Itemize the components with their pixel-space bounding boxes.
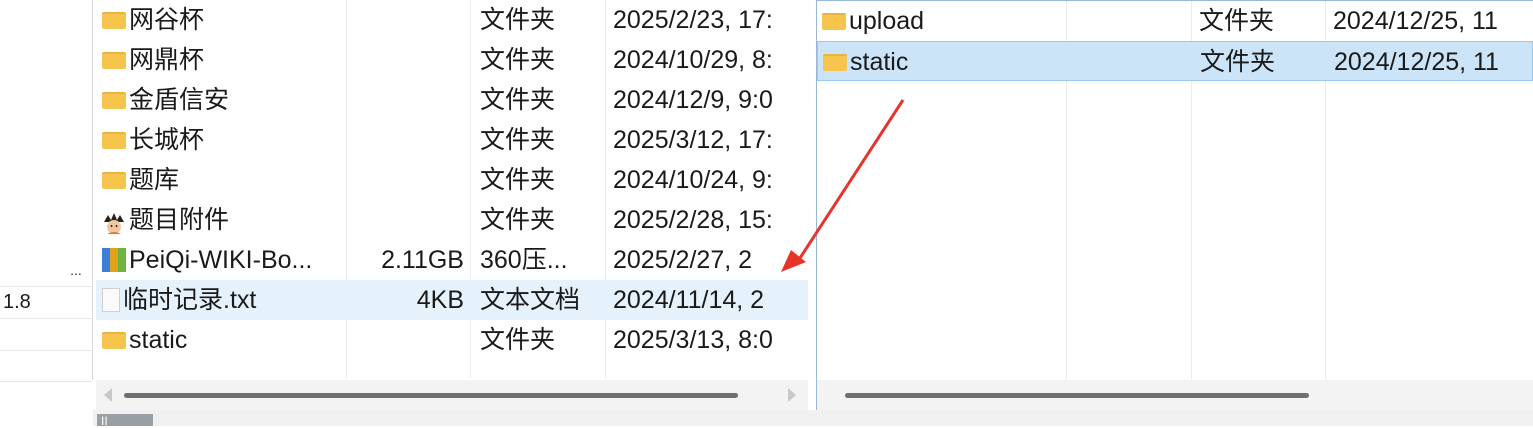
horizontal-scrollbar[interactable]	[817, 380, 1533, 410]
folder-icon	[102, 331, 126, 349]
avatar-icon	[102, 208, 126, 234]
file-row[interactable]: upload 文件夹 2024/12/25, 11	[817, 1, 1533, 41]
property-value: 1.8	[3, 291, 31, 313]
file-modified: 2024/12/25, 11	[1334, 48, 1499, 76]
file-modified: 2024/12/9, 9:0	[613, 86, 773, 114]
status-chip: II	[97, 414, 153, 428]
property-value	[0, 259, 3, 281]
file-row[interactable]: 长城杯 文件夹 2025/3/12, 17:	[96, 120, 808, 160]
file-modified: 2024/10/29, 8:	[613, 46, 773, 74]
file-size	[348, 120, 464, 160]
file-modified: 2025/2/23, 17:	[613, 6, 773, 34]
file-name: 网谷杯	[129, 6, 205, 34]
property-row	[0, 350, 92, 382]
file-modified: 2024/12/25, 11	[1333, 7, 1498, 35]
file-name: static	[850, 48, 909, 76]
file-type: 360压...	[480, 246, 568, 274]
file-size	[348, 320, 464, 360]
horizontal-scrollbar[interactable]	[96, 380, 808, 410]
file-size: 4KB	[416, 286, 464, 314]
file-name-cell: 临时记录.txt	[102, 280, 346, 320]
file-row[interactable]: static 文件夹 2024/12/25, 11	[817, 41, 1533, 81]
folder-icon	[102, 51, 126, 69]
file-size	[348, 0, 464, 40]
property-row[interactable]: 1.8	[0, 287, 92, 319]
file-modified: 2024/11/14, 2	[613, 286, 765, 314]
file-name-cell: PeiQi-WIKI-Bo...	[102, 240, 346, 280]
local-file-list[interactable]: 网谷杯 文件夹 2025/2/23, 17: 网鼎杯 文件夹 2024/10/29, 8:…	[96, 0, 808, 410]
folder-icon	[102, 131, 126, 149]
file-name-cell: upload	[822, 1, 1066, 41]
folder-icon	[822, 12, 846, 30]
file-type: 文件夹	[480, 86, 556, 114]
remote-file-list[interactable]: upload 文件夹 2024/12/25, 11 static 文件夹 2024/12/…	[816, 0, 1533, 410]
file-size	[348, 200, 464, 240]
file-type: 文件夹	[480, 166, 556, 194]
file-name-cell: static	[102, 320, 346, 360]
file-size	[348, 160, 464, 200]
file-modified: 2025/3/13, 8:0	[613, 326, 773, 354]
file-row[interactable]: 网鼎杯 文件夹 2024/10/29, 8:	[96, 40, 808, 80]
file-row[interactable]: 题库 文件夹 2024/10/24, 9:	[96, 160, 808, 200]
file-name-cell: 长城杯	[102, 120, 346, 160]
file-modified: 2024/10/24, 9:	[613, 166, 773, 194]
file-size	[348, 80, 464, 120]
file-modified: 2025/2/27, 2	[613, 246, 753, 274]
file-name: static	[129, 326, 188, 354]
file-size: 2.11GB	[381, 246, 464, 274]
file-type: 文件夹	[480, 46, 556, 74]
file-name-cell: 金盾信安	[102, 80, 346, 120]
file-name-cell: static	[823, 42, 1067, 82]
file-type: 文件夹	[1200, 48, 1276, 76]
file-name-cell: 网鼎杯	[102, 40, 346, 80]
file-type: 文本文档	[480, 286, 581, 314]
file-modified: 2025/2/28, 15:	[613, 206, 773, 234]
file-modified: 2025/3/12, 17:	[613, 126, 773, 154]
file-name: 金盾信安	[129, 86, 230, 114]
folder-icon	[102, 11, 126, 29]
file-name: 长城杯	[129, 126, 205, 154]
file-name: upload	[849, 7, 925, 35]
file-name: 临时记录.txt	[123, 286, 257, 314]
scrollbar-thumb[interactable]	[124, 393, 738, 398]
file-type: 文件夹	[1199, 7, 1275, 35]
file-row[interactable]: 金盾信安 文件夹 2024/12/9, 9:0	[96, 80, 808, 120]
file-type: 文件夹	[480, 206, 556, 234]
file-name: 题目附件	[129, 206, 230, 234]
file-type: 文件夹	[480, 126, 556, 154]
property-row[interactable]: ...	[0, 255, 92, 287]
file-type: 文件夹	[480, 6, 556, 34]
txt-file-icon	[102, 288, 120, 312]
property-row	[0, 319, 92, 351]
file-name: 题库	[129, 166, 180, 194]
file-row[interactable]: static 文件夹 2025/3/13, 8:0	[96, 320, 808, 360]
file-name: 网鼎杯	[129, 46, 205, 74]
left-strip-divider	[92, 0, 93, 380]
file-name-cell: 题库	[102, 160, 346, 200]
file-size	[348, 40, 464, 80]
folder-icon	[823, 53, 847, 71]
status-bar: II	[93, 410, 1533, 428]
file-row[interactable]: 题目附件 文件夹 2025/2/28, 15:	[96, 200, 808, 240]
file-type: 文件夹	[480, 326, 556, 354]
scrollbar-thumb[interactable]	[845, 393, 1309, 398]
folder-icon	[102, 91, 126, 109]
ellipsis-button[interactable]: ...	[64, 255, 88, 286]
file-row[interactable]: 临时记录.txt 4KB 文本文档 2024/11/14, 2	[96, 280, 808, 320]
file-row[interactable]: 网谷杯 文件夹 2025/2/23, 17:	[96, 0, 808, 40]
file-name: PeiQi-WIKI-Bo...	[129, 246, 313, 274]
scroll-right-arrow[interactable]	[788, 388, 796, 402]
file-row[interactable]: PeiQi-WIKI-Bo... 2.11GB 360压... 2025/2/27, …	[96, 240, 808, 280]
left-properties-strip: ... 1.8	[0, 0, 93, 426]
archive-icon	[102, 248, 126, 272]
folder-icon	[102, 171, 126, 189]
file-name-cell: 网谷杯	[102, 0, 346, 40]
scroll-left-arrow[interactable]	[104, 388, 112, 402]
file-name-cell: 题目附件	[102, 200, 346, 240]
